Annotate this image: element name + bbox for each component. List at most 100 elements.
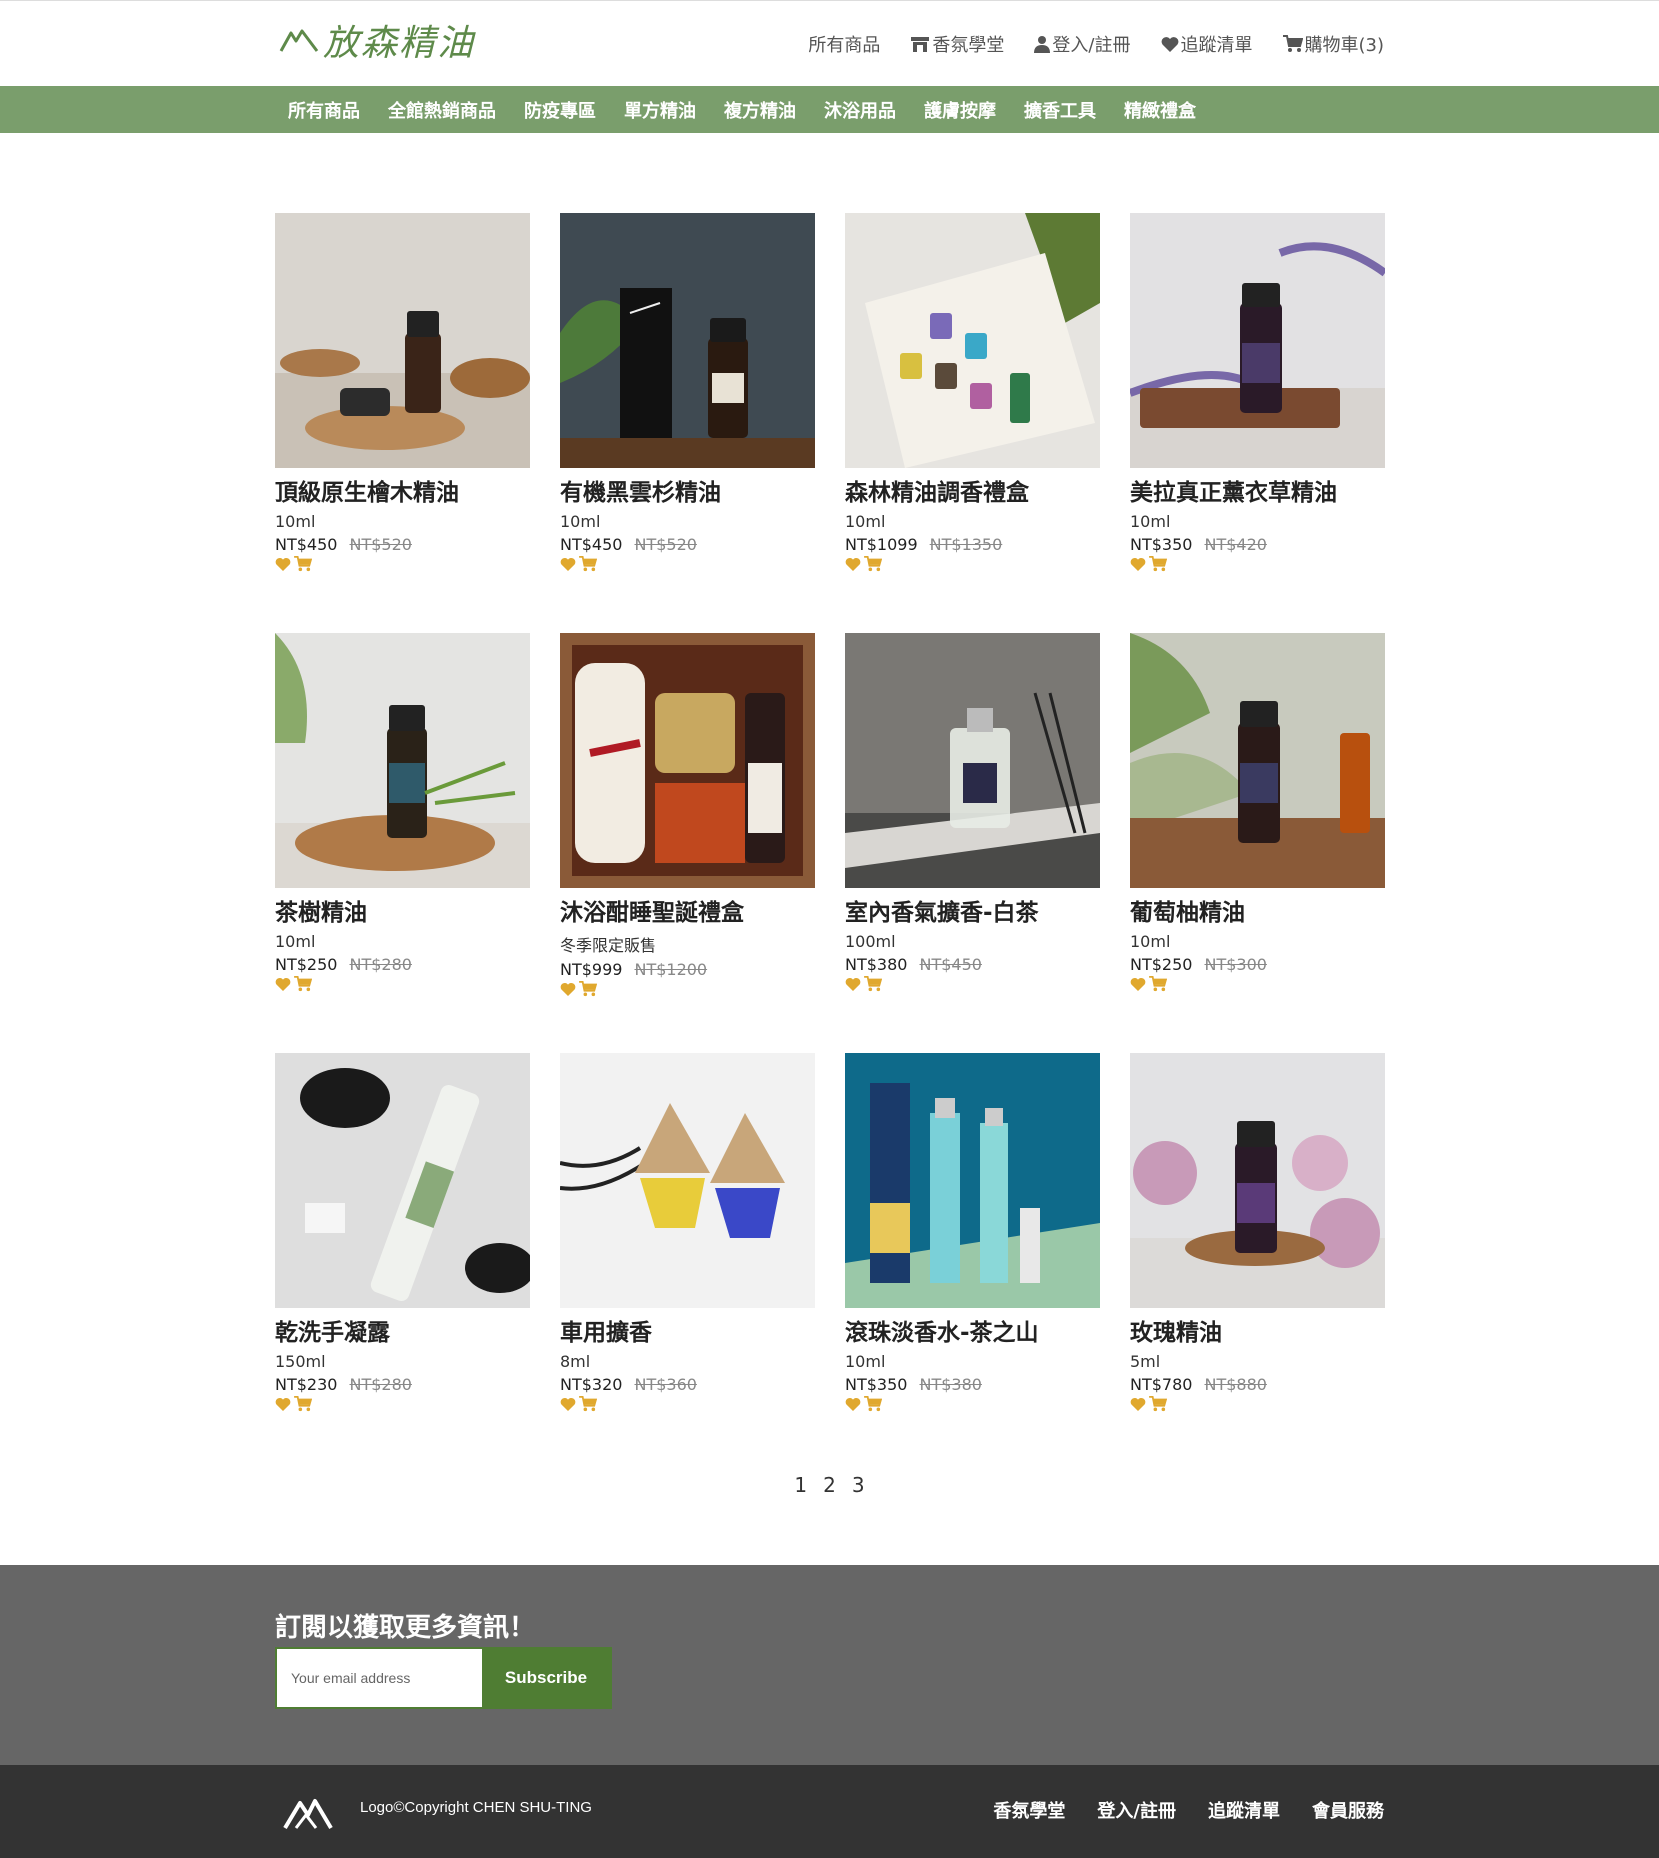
product-image[interactable] xyxy=(1130,213,1385,468)
product-name[interactable]: 室內香氣擴香-白茶 xyxy=(845,893,1100,927)
category-item[interactable]: 全館熱銷商品 xyxy=(388,97,496,123)
cart-icon[interactable] xyxy=(294,976,312,992)
heart-icon[interactable] xyxy=(560,1397,576,1411)
category-item[interactable]: 單方精油 xyxy=(624,97,696,123)
product-volume: 10ml xyxy=(275,932,316,951)
product-price: NT$380 xyxy=(845,955,908,974)
category-item[interactable]: 防疫專區 xyxy=(524,97,596,123)
product-image[interactable] xyxy=(845,1053,1100,1308)
product-image[interactable] xyxy=(560,633,815,888)
product-card[interactable]: 有機黑雲杉精油 10ml NT$450 NT$520 xyxy=(560,213,815,583)
product-card[interactable]: 玫瑰精油 5ml NT$780 NT$880 xyxy=(1130,1053,1385,1423)
footer-logo[interactable] xyxy=(282,1793,334,1837)
nav-login[interactable]: 登入/註冊 xyxy=(1034,31,1131,57)
heart-icon[interactable] xyxy=(845,977,861,991)
product-old-price: NT$1350 xyxy=(929,535,1003,554)
product-name[interactable]: 茶樹精油 xyxy=(275,893,530,927)
cart-icon[interactable] xyxy=(1149,556,1167,572)
cart-icon[interactable] xyxy=(579,1396,597,1412)
product-name[interactable]: 有機黑雲杉精油 xyxy=(560,473,815,507)
category-item[interactable]: 擴香工具 xyxy=(1024,97,1096,123)
nav-cart[interactable]: 購物車(3) xyxy=(1282,31,1384,57)
product-image[interactable] xyxy=(845,633,1100,888)
product-name[interactable]: 滾珠淡香水-茶之山 xyxy=(845,1313,1100,1347)
heart-icon[interactable] xyxy=(845,557,861,571)
category-item[interactable]: 複方精油 xyxy=(724,97,796,123)
product-volume: 10ml xyxy=(560,512,601,531)
cart-icon[interactable] xyxy=(579,981,597,997)
product-price: NT$250 xyxy=(1130,955,1193,974)
mountain-logo-icon xyxy=(279,29,319,52)
product-price: NT$350 xyxy=(1130,535,1193,554)
product-image[interactable] xyxy=(560,213,815,468)
product-volume: 冬季限定販售 xyxy=(560,936,657,955)
product-card[interactable]: 室內香氣擴香-白茶 100ml NT$380 NT$450 xyxy=(845,633,1100,1003)
category-item[interactable]: 沐浴用品 xyxy=(824,97,896,123)
product-name[interactable]: 車用擴香 xyxy=(560,1313,815,1347)
product-image[interactable] xyxy=(845,213,1100,468)
product-card[interactable]: 森林精油調香禮盒 10ml NT$1099 NT$1350 xyxy=(845,213,1100,583)
product-card[interactable]: 乾洗手凝露 150ml NT$230 NT$280 xyxy=(275,1053,530,1423)
cart-icon[interactable] xyxy=(1149,1396,1167,1412)
product-name[interactable]: 沐浴酣睡聖誕禮盒 xyxy=(560,893,815,927)
heart-icon[interactable] xyxy=(275,557,291,571)
heart-icon[interactable] xyxy=(1130,557,1146,571)
product-card[interactable]: 葡萄柚精油 10ml NT$250 NT$300 xyxy=(1130,633,1385,1003)
product-name[interactable]: 玫瑰精油 xyxy=(1130,1313,1385,1347)
product-card[interactable]: 車用擴香 8ml NT$320 NT$360 xyxy=(560,1053,815,1423)
subscribe-button[interactable]: Subscribe xyxy=(482,1649,610,1707)
product-card[interactable]: 茶樹精油 10ml NT$250 NT$280 xyxy=(275,633,530,1003)
footer-link[interactable]: 登入/註冊 xyxy=(1097,1797,1176,1823)
heart-icon[interactable] xyxy=(1130,1397,1146,1411)
cart-icon[interactable] xyxy=(294,1396,312,1412)
product-image[interactable] xyxy=(560,1053,815,1308)
product-card[interactable]: 沐浴酣睡聖誕禮盒 冬季限定販售 NT$999 NT$1200 xyxy=(560,633,815,1003)
cart-icon[interactable] xyxy=(579,556,597,572)
heart-icon[interactable] xyxy=(560,557,576,571)
product-name[interactable]: 葡萄柚精油 xyxy=(1130,893,1385,927)
product-old-price: NT$520 xyxy=(634,535,697,554)
category-item[interactable]: 所有商品 xyxy=(288,97,360,123)
heart-icon[interactable] xyxy=(275,1397,291,1411)
category-item[interactable]: 精緻禮盒 xyxy=(1124,97,1196,123)
page-link[interactable]: 2 xyxy=(823,1473,836,1497)
product-image[interactable] xyxy=(275,213,530,468)
product-image[interactable] xyxy=(1130,1053,1385,1308)
product-name[interactable]: 森林精油調香禮盒 xyxy=(845,473,1100,507)
footer-link[interactable]: 追蹤清單 xyxy=(1208,1797,1280,1823)
product-image[interactable] xyxy=(275,1053,530,1308)
nav-all-products[interactable]: 所有商品 xyxy=(808,31,880,57)
top-nav: 所有商品 香氛學堂 登入/註冊 追蹤清單 購物車(3) xyxy=(808,31,1384,57)
nav-label: 香氛學堂 xyxy=(932,35,1005,56)
email-input[interactable] xyxy=(277,1649,482,1707)
product-name[interactable]: 乾洗手凝露 xyxy=(275,1313,530,1347)
cart-icon[interactable] xyxy=(294,556,312,572)
category-item[interactable]: 護膚按摩 xyxy=(924,97,996,123)
heart-icon[interactable] xyxy=(845,1397,861,1411)
product-card[interactable]: 頂級原生檜木精油 10ml NT$450 NT$520 xyxy=(275,213,530,583)
heart-icon[interactable] xyxy=(1130,977,1146,991)
nav-wishlist[interactable]: 追蹤清單 xyxy=(1161,31,1253,57)
product-image[interactable] xyxy=(275,633,530,888)
footer-link[interactable]: 香氛學堂 xyxy=(993,1797,1065,1823)
page-link[interactable]: 1 xyxy=(794,1473,807,1497)
cart-icon[interactable] xyxy=(864,556,882,572)
product-name[interactable]: 頂級原生檜木精油 xyxy=(275,473,530,507)
product-image[interactable] xyxy=(1130,633,1385,888)
cart-icon[interactable] xyxy=(864,976,882,992)
heart-icon[interactable] xyxy=(275,977,291,991)
product-card[interactable]: 滾珠淡香水-茶之山 10ml NT$350 NT$380 xyxy=(845,1053,1100,1423)
nav-aroma-school[interactable]: 香氛學堂 xyxy=(910,31,1004,57)
footer-link[interactable]: 會員服務 xyxy=(1312,1797,1384,1823)
product-card[interactable]: 美拉真正薰衣草精油 10ml NT$350 NT$420 xyxy=(1130,213,1385,583)
page-link[interactable]: 3 xyxy=(852,1473,865,1497)
product-grid: 頂級原生檜木精油 10ml NT$450 NT$520 有機黑雲杉精油 10ml … xyxy=(275,213,1385,1423)
brand-logo[interactable]: 放森精油 xyxy=(279,15,475,65)
product-old-price: NT$450 xyxy=(919,955,982,974)
product-volume: 150ml xyxy=(275,1352,326,1371)
cart-icon[interactable] xyxy=(864,1396,882,1412)
product-name[interactable]: 美拉真正薰衣草精油 xyxy=(1130,473,1385,507)
subscribe-title: 訂閱以獲取更多資訊！ xyxy=(275,1613,536,1643)
heart-icon[interactable] xyxy=(560,982,576,996)
cart-icon[interactable] xyxy=(1149,976,1167,992)
